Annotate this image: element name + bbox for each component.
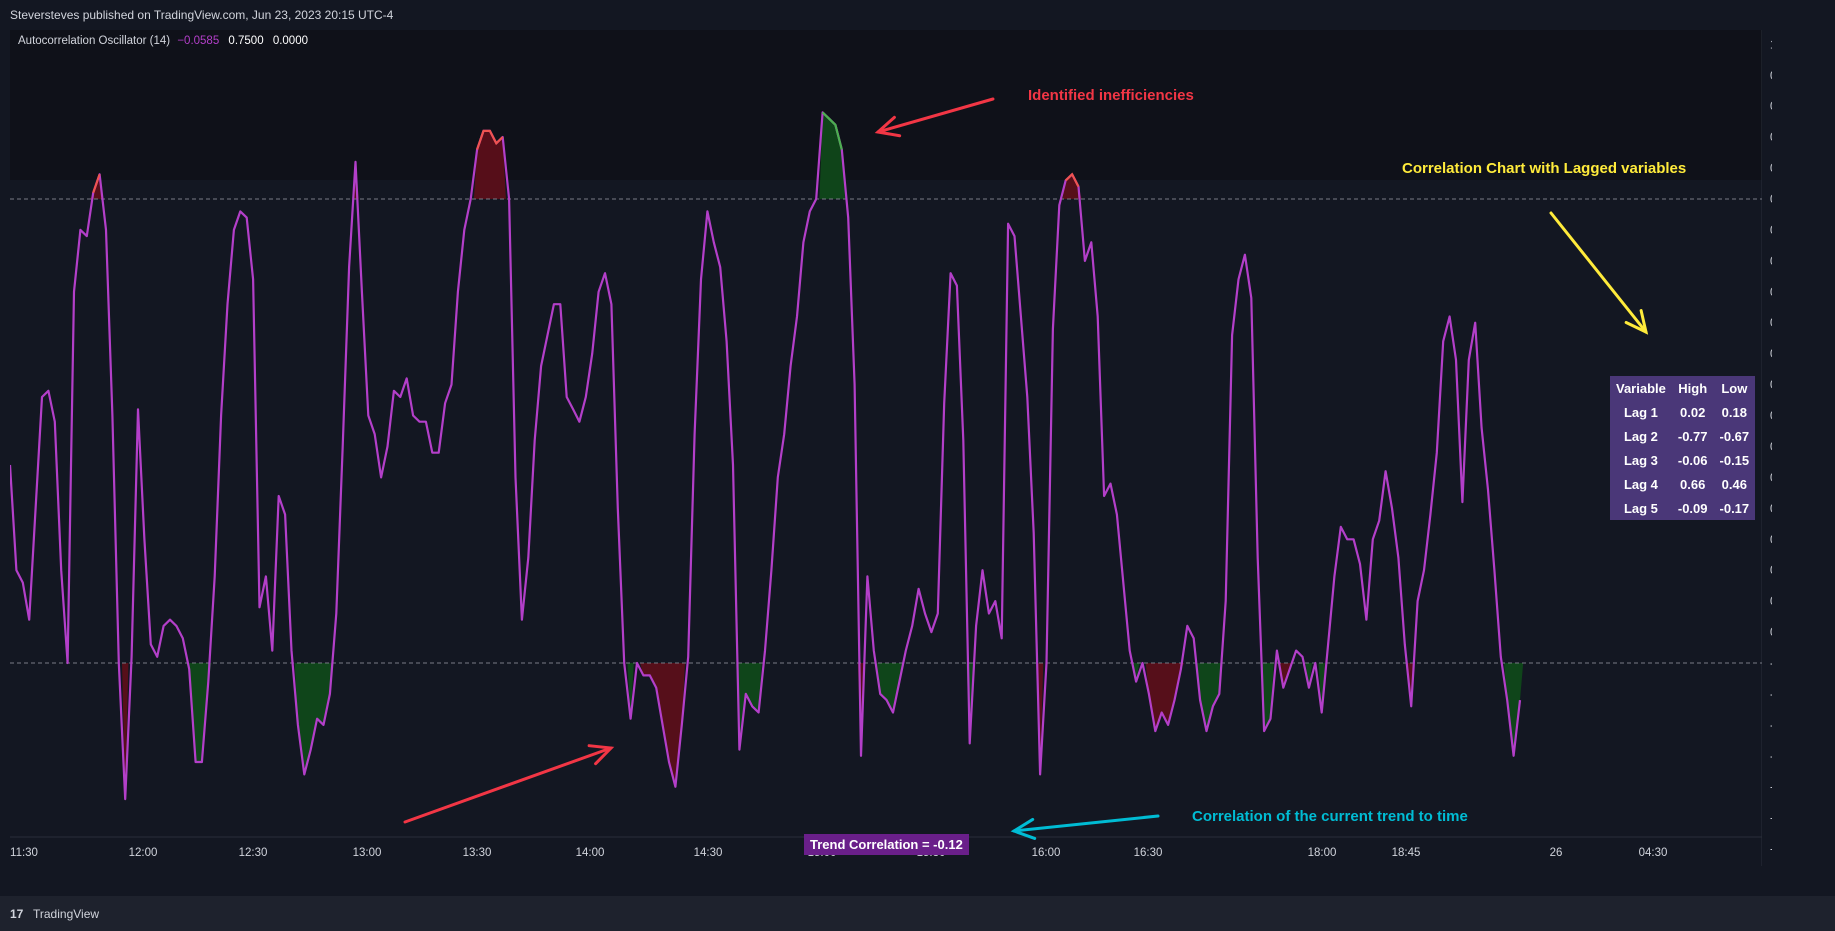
publisher-header: Steversteves published on TradingView.co…: [0, 0, 1835, 30]
y-tick-label: 0.9000: [1770, 101, 1772, 113]
y-tick-label: 0.2500: [1770, 503, 1772, 515]
lag-table-row: Lag 3 -0.06 -0.15: [1610, 448, 1755, 472]
x-tick-label: 16:00: [1032, 847, 1061, 859]
y-tick-label: 0.8500: [1770, 132, 1772, 144]
lag-table-header-low: Low: [1721, 380, 1748, 396]
chart-pane[interactable]: 1.0000 0.9500 0.9000 0.8500 0.8000 0.7500 0.70…: [10, 30, 1772, 866]
lag-table-cell: Lag 3: [1623, 452, 1658, 468]
lag-table-cell: -0.67: [1719, 428, 1750, 444]
y-tick-label: 1.0000: [1770, 39, 1772, 51]
y-tick-label: 0.7000: [1770, 225, 1772, 237]
annotation-lagged-chart: Correlation Chart with Lagged variables: [1402, 160, 1687, 177]
x-tick-label: 16:30: [1134, 847, 1163, 859]
y-tick-label: -0.1000: [1770, 720, 1772, 732]
lag-table: Variable High Low Lag 1 0.02 0.18 Lag 2 …: [1610, 376, 1756, 520]
y-tick-label: -0.0500: [1770, 689, 1772, 701]
x-tick-label: 12:30: [239, 847, 268, 859]
x-tick-label: 12:00: [129, 847, 158, 859]
footer-bar: 17 TradingView: [0, 896, 1835, 931]
lag-table-header-variable: Variable: [1616, 380, 1666, 396]
y-tick-label: 0.6000: [1770, 287, 1772, 299]
indicator-upper-level: 0.7500: [228, 35, 264, 47]
y-tick-label: 0.0500: [1770, 627, 1772, 639]
y-tick-label: 0.5000: [1770, 349, 1772, 361]
x-tick-label: 13:00: [353, 847, 382, 859]
y-tick-label: -0.2500: [1770, 813, 1772, 825]
indicator-value: −0.0585: [177, 35, 220, 47]
lag-table-cell: -0.77: [1677, 428, 1708, 444]
y-tick-label: 0.3000: [1770, 472, 1772, 484]
lag-table-row: Lag 5 -0.09 -0.17: [1610, 496, 1755, 520]
x-tick-label: 14:00: [576, 847, 605, 859]
footer-brand[interactable]: TradingView: [33, 907, 99, 921]
lag-table-cell: Lag 4: [1623, 476, 1658, 492]
y-tick-label: 0.6500: [1770, 256, 1772, 268]
lag-table-cell: -0.09: [1677, 500, 1708, 516]
x-tick-label: 11:30: [10, 847, 38, 859]
indicator-legend[interactable]: Autocorrelation Oscillator (14) −0.0585 …: [18, 35, 308, 47]
y-tick-label: 0.9500: [1770, 70, 1772, 82]
annotation-trend-time: Correlation of the current trend to time: [1192, 808, 1468, 825]
lag-table-cell: Lag 5: [1623, 500, 1658, 516]
lag-table-cell: -0.17: [1719, 500, 1750, 516]
annotation-inefficiencies: Identified inefficiencies: [1028, 87, 1194, 104]
indicator-zero-level: 0.0000: [272, 35, 308, 47]
y-tick-label: 0.1000: [1770, 596, 1772, 608]
publisher-text: Steversteves published on TradingView.co…: [10, 8, 394, 22]
y-tick-label: 0.7500: [1770, 194, 1772, 206]
lag-table-cell: 0.18: [1721, 404, 1747, 420]
y-tick-label: 0.1500: [1770, 565, 1772, 577]
indicator-name: Autocorrelation Oscillator (14): [18, 35, 171, 47]
y-tick-label: 0.4000: [1770, 411, 1772, 423]
lag-table-cell: Lag 2: [1623, 428, 1658, 444]
lag-table-cell: 0.66: [1680, 476, 1706, 492]
y-tick-label: 0.5500: [1770, 318, 1772, 330]
y-tick-label: 0.3500: [1770, 441, 1772, 453]
lag-table-cell: Lag 1: [1623, 404, 1658, 420]
x-tick-label: 13:30: [463, 847, 492, 859]
x-tick-label: 18:00: [1308, 847, 1337, 859]
x-tick-label: 04:30: [1639, 847, 1668, 859]
x-tick-label: 26: [1550, 847, 1563, 859]
plot-background-shade: [10, 30, 1762, 180]
lag-table-row: Lag 2 -0.77 -0.67: [1610, 424, 1755, 448]
y-tick-label: -0.1500: [1770, 751, 1772, 763]
lag-table-header-high: High: [1678, 380, 1708, 396]
y-tick-label: -0.0000: [1770, 658, 1772, 670]
lag-table-cell: 0.46: [1721, 476, 1747, 492]
tradingview-logo-icon[interactable]: 17: [10, 907, 23, 921]
y-tick-label: 0.4500: [1770, 380, 1772, 392]
lag-table-cell: 0.02: [1680, 404, 1706, 420]
y-tick-label: -0.3000: [1770, 844, 1772, 856]
lag-table-cell: -0.06: [1677, 452, 1708, 468]
trend-correlation-label: Trend Correlation = -0.12: [804, 834, 969, 855]
y-tick-label: 0.2000: [1770, 534, 1772, 546]
lag-table-cell: -0.15: [1719, 452, 1750, 468]
lag-table-row: Lag 1 0.02 0.18: [1610, 400, 1755, 424]
lag-table-header-row: Variable High Low: [1610, 376, 1755, 400]
x-tick-label: 14:30: [694, 847, 723, 859]
lag-table-row: Lag 4 0.66 0.46: [1610, 472, 1755, 496]
x-tick-label: 18:45: [1392, 847, 1421, 859]
y-tick-label: 0.8000: [1770, 163, 1772, 175]
y-tick-label: -0.2000: [1770, 782, 1772, 794]
